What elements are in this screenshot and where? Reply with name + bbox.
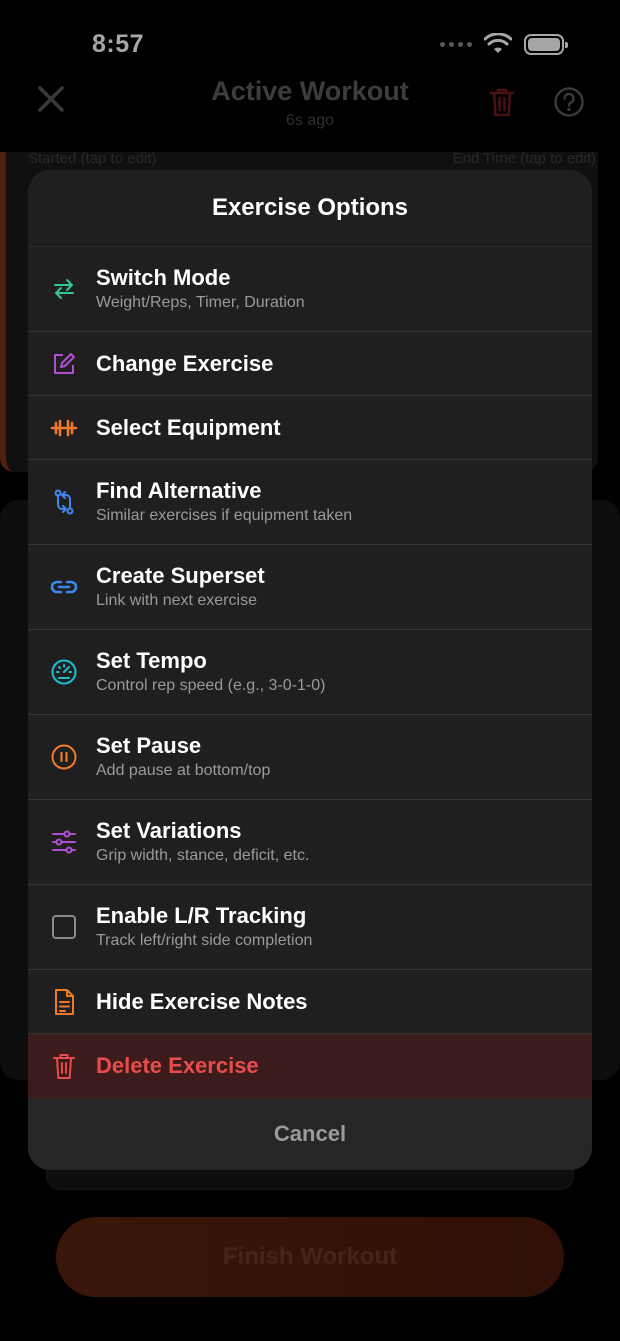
sheet-title: Exercise Options — [211, 194, 409, 221]
option-set-tempo[interactable]: Set Tempo Control rep speed (e.g., 3-0-1… — [28, 630, 592, 715]
option-description: Add pause at bottom/top — [96, 762, 271, 779]
app-screen: 8:57 Active Workout 6s ago Started (tap — [0, 0, 620, 1341]
option-text: Find Alternative Similar exercises if eq… — [96, 478, 576, 526]
option-delete-exercise[interactable]: Delete Exercise — [28, 1034, 592, 1098]
option-description: Similar exercises if equipment taken — [96, 507, 353, 524]
option-text: Hide Exercise Notes — [96, 989, 576, 1015]
option-label: Set Pause — [96, 733, 202, 758]
edit-square-icon — [50, 350, 78, 378]
option-description: Track left/right side completion — [96, 932, 313, 949]
option-hide-exercise-notes[interactable]: Hide Exercise Notes — [28, 970, 592, 1034]
option-change-exercise[interactable]: Change Exercise — [28, 332, 592, 396]
link-icon — [50, 573, 78, 601]
option-description: Weight/Reps, Timer, Duration — [96, 294, 305, 311]
sliders-icon — [50, 828, 78, 856]
option-text: Enable L/R Tracking Track left/right sid… — [96, 903, 576, 951]
trash-icon — [50, 1052, 78, 1080]
option-label: Create Superset — [96, 563, 265, 588]
option-switch-mode[interactable]: Switch Mode Weight/Reps, Timer, Duration — [28, 247, 592, 332]
checkbox-icon[interactable] — [50, 913, 78, 941]
option-label: Hide Exercise Notes — [96, 988, 308, 1014]
option-text: Set Variations Grip width, stance, defic… — [96, 818, 576, 866]
option-label: Set Tempo — [96, 648, 207, 673]
option-label: Select Equipment — [96, 414, 281, 440]
option-label: Switch Mode — [96, 265, 231, 290]
sheet-header: Exercise Options — [28, 170, 592, 247]
option-create-superset[interactable]: Create Superset Link with next exercise — [28, 545, 592, 630]
option-enable-lr-tracking[interactable]: Enable L/R Tracking Track left/right sid… — [28, 885, 592, 970]
option-description: Grip width, stance, deficit, etc. — [96, 847, 310, 864]
option-text: Delete Exercise — [96, 1053, 576, 1079]
option-select-equipment[interactable]: Select Equipment — [28, 396, 592, 460]
swap-vertical-icon — [50, 488, 78, 516]
option-text: Switch Mode Weight/Reps, Timer, Duration — [96, 265, 576, 313]
option-label: Find Alternative — [96, 478, 262, 503]
option-label: Delete Exercise — [96, 1053, 259, 1078]
option-text: Select Equipment — [96, 415, 576, 441]
document-icon — [50, 988, 78, 1016]
option-label: Change Exercise — [96, 350, 274, 376]
exercise-options-sheet: Exercise Options Switch Mode Weight/Reps… — [28, 170, 592, 1170]
option-text: Change Exercise — [96, 351, 576, 377]
option-find-alternative[interactable]: Find Alternative Similar exercises if eq… — [28, 460, 592, 545]
option-set-pause[interactable]: Set Pause Add pause at bottom/top — [28, 715, 592, 800]
pause-circle-icon — [50, 743, 78, 771]
option-label: Enable L/R Tracking — [96, 903, 307, 928]
option-text: Set Tempo Control rep speed (e.g., 3-0-1… — [96, 648, 576, 696]
gauge-icon — [50, 658, 78, 686]
option-text: Set Pause Add pause at bottom/top — [96, 733, 576, 781]
dumbbell-icon — [50, 414, 78, 442]
cancel-button[interactable]: Cancel — [28, 1098, 592, 1170]
option-text: Create Superset Link with next exercise — [96, 563, 576, 611]
option-description: Control rep speed (e.g., 3-0-1-0) — [96, 677, 326, 694]
option-description: Link with next exercise — [96, 592, 257, 609]
option-label: Set Variations — [96, 818, 242, 843]
switch-arrows-icon — [50, 275, 78, 303]
option-set-variations[interactable]: Set Variations Grip width, stance, defic… — [28, 800, 592, 885]
